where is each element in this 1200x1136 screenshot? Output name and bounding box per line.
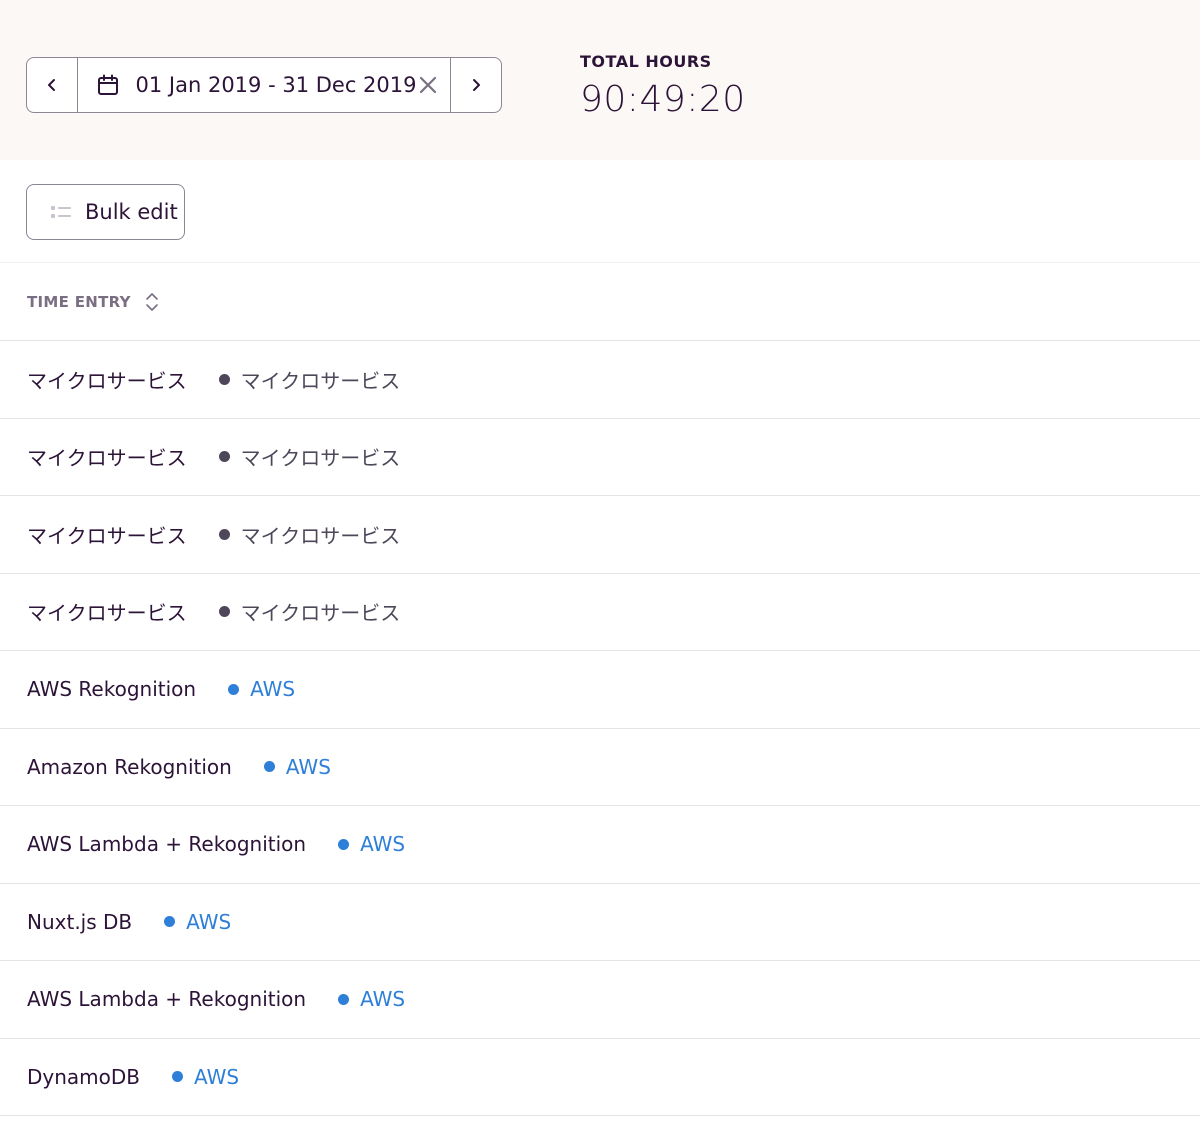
project-name: AWS	[360, 832, 406, 857]
table-header: TIME ENTRY	[0, 263, 1200, 341]
entry-project[interactable]: AWS	[228, 677, 295, 701]
project-name: AWS	[360, 987, 406, 1012]
entry-project[interactable]: AWS	[164, 910, 231, 934]
total-hours: TOTAL HOURS 90:49:20	[580, 52, 746, 120]
project-name: AWS	[186, 909, 232, 934]
project-name: マイクロサービス	[240, 601, 401, 626]
entry-description[interactable]: マイクロサービス	[27, 520, 187, 549]
project-color-dot	[263, 761, 275, 773]
entry-description[interactable]: DynamoDB	[27, 1065, 140, 1089]
project-name: マイクロサービス	[240, 368, 401, 393]
column-header-time-entry[interactable]: TIME ENTRY	[27, 293, 131, 311]
entry-project[interactable]: AWS	[263, 754, 331, 779]
total-hours-label: TOTAL HOURS	[580, 52, 712, 71]
project-name: マイクロサービス	[240, 446, 401, 471]
header-bar: 01 Jan 2019 - 31 Dec 2019 TOTAL HOURS 90…	[0, 0, 1200, 160]
entry-description[interactable]: AWS Rekognition	[27, 677, 196, 701]
project-color-dot	[164, 916, 176, 928]
entry-description[interactable]: マイクロサービス	[27, 597, 187, 626]
calendar-icon	[97, 74, 118, 95]
list-icon	[51, 206, 71, 218]
table-row[interactable]: マイクロサービス マイクロサービス	[0, 341, 1200, 419]
project-color-dot	[218, 373, 230, 385]
table-row[interactable]: マイクロサービス マイクロサービス	[0, 496, 1200, 574]
project-name: マイクロサービス	[240, 523, 401, 548]
entry-project[interactable]: マイクロサービス	[218, 442, 401, 471]
table-row[interactable]: DynamoDB AWS	[0, 1039, 1200, 1116]
table-row[interactable]: AWS Rekognition AWS	[0, 651, 1200, 729]
close-icon[interactable]	[416, 73, 440, 97]
project-name: AWS	[194, 1064, 240, 1089]
date-range-text: 01 Jan 2019 - 31 Dec 2019	[135, 73, 417, 97]
project-color-dot	[218, 528, 230, 540]
entry-project[interactable]: マイクロサービス	[218, 597, 401, 626]
entry-project[interactable]: AWS	[338, 832, 405, 856]
table-row[interactable]: マイクロサービス マイクロサービス	[0, 574, 1200, 651]
date-range-picker[interactable]: 01 Jan 2019 - 31 Dec 2019	[26, 57, 502, 113]
entry-description[interactable]: マイクロサービス	[27, 365, 187, 394]
date-range-field[interactable]: 01 Jan 2019 - 31 Dec 2019	[78, 58, 451, 112]
bulk-edit-button[interactable]: Bulk edit	[26, 184, 185, 240]
table-row[interactable]: AWS Lambda + Rekognition AWS	[0, 961, 1200, 1039]
project-color-dot	[228, 683, 240, 695]
entry-project[interactable]: マイクロサービス	[218, 520, 401, 549]
entry-description[interactable]: Nuxt.js DB	[27, 910, 132, 934]
table-row[interactable]: AWS Lambda + Rekognition AWS	[0, 806, 1200, 884]
project-name: AWS	[250, 677, 296, 702]
table-row[interactable]: Nuxt.js DB AWS	[0, 884, 1200, 961]
next-period-button[interactable]	[450, 58, 501, 112]
project-color-dot	[172, 1071, 184, 1083]
project-color-dot	[338, 838, 350, 850]
entry-description[interactable]: マイクロサービス	[27, 442, 187, 471]
sort-icon[interactable]	[143, 289, 161, 315]
table-row[interactable]: マイクロサービス マイクロサービス	[0, 419, 1200, 496]
previous-period-button[interactable]	[27, 58, 78, 112]
entry-project[interactable]: AWS	[338, 987, 405, 1011]
table-row[interactable]: Amazon Rekognition AWS	[0, 729, 1200, 806]
project-color-dot	[338, 993, 350, 1005]
entry-project[interactable]: マイクロサービス	[218, 365, 401, 394]
entry-description[interactable]: AWS Lambda + Rekognition	[27, 987, 306, 1011]
project-color-dot	[218, 451, 230, 463]
bulk-edit-label: Bulk edit	[85, 200, 178, 224]
project-color-dot	[218, 606, 230, 618]
entry-description[interactable]: Amazon Rekognition	[27, 755, 232, 779]
chevron-left-icon	[47, 79, 55, 91]
project-name: AWS	[285, 754, 331, 779]
time-entry-list: マイクロサービス マイクロサービス マイクロサービス マイクロサービス マイクロ…	[0, 341, 1200, 1116]
total-hours-value: 90:49:20	[580, 79, 746, 120]
entry-description[interactable]: AWS Lambda + Rekognition	[27, 832, 306, 856]
entry-project[interactable]: AWS	[172, 1065, 239, 1089]
chevron-right-icon	[473, 79, 481, 91]
